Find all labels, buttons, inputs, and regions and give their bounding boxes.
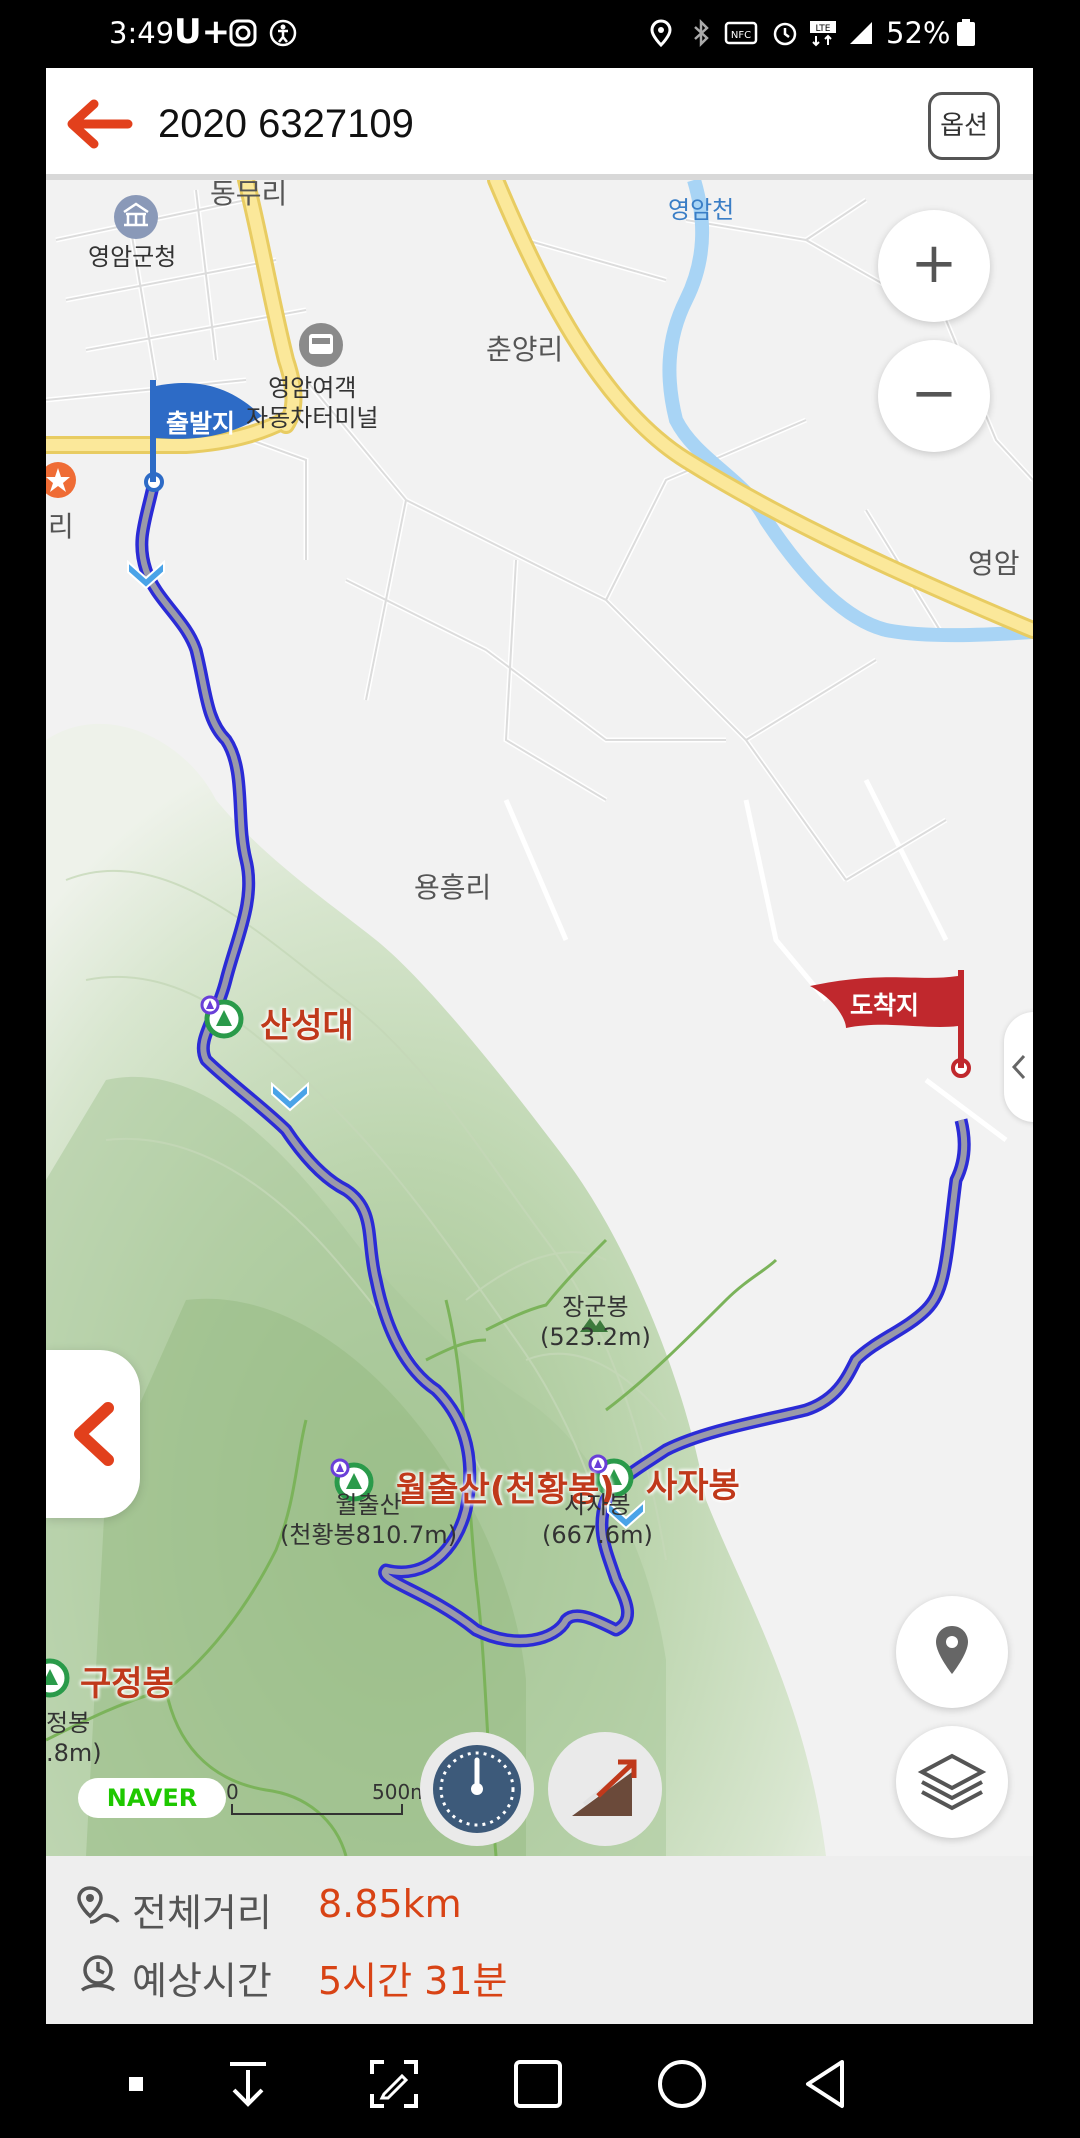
peak-label-sanseongdae: 산성대 [260,1006,354,1046]
minus-icon: − [910,361,958,426]
gujeongbong-name: 정봉 [46,1709,91,1737]
place-label-yongheung: 용흥리 [414,871,492,904]
app-header: 2020 6327109 옵션 [46,68,1033,180]
chevron-left-icon [1011,1054,1026,1080]
location-icon [650,19,672,48]
page-title: 2020 6327109 [158,102,414,146]
estimated-time-icon [80,1955,116,1992]
zoom-out-button[interactable]: − [878,340,990,452]
sajabong-name: 사자봉 [564,1491,631,1519]
wolchulsan-height: (천황봉810.7m) [280,1521,458,1549]
sajabong-label: 사자봉 (667.6m) [542,1490,653,1550]
place-label-yeongam: 영암 [968,547,1020,580]
plus-icon: + [910,231,958,296]
route-distance-icon [77,1886,120,1924]
naver-logo: NAVER [78,1778,226,1818]
place-label-chunyang: 춘양리 [486,333,564,366]
route-info-panel: 전체거리 8.85km 예상시간 5시간 31분 [46,1856,1033,2024]
signal-icon [850,22,872,44]
chevron-left-icon [74,1402,114,1466]
bus-icon [299,323,343,367]
alarm-icon [773,22,797,46]
screenshot-edit-icon[interactable] [366,2056,422,2112]
janggunbong-label: 장군봉 (523.2m) [540,1292,651,1352]
status-time: 3:49 [109,16,175,50]
county-office-label: 영암군청 [88,243,177,271]
gujeongbong-sublabel: 정봉 .8m) [46,1708,102,1768]
map-view[interactable]: 동무리 영암군청 영암여객 자동차터미널 춘양리 용흥리 영암천 영암 리 출발… [46,180,1033,1856]
gujeongbong-height: .8m) [46,1739,102,1767]
bus-terminal-label: 영암여객 자동차터미널 [246,373,378,433]
bus-terminal-label-line1: 영암여객 [268,374,357,402]
end-flag-label: 도착지 [850,991,920,1020]
peak-marker-gujeongbong [46,1658,70,1698]
place-label-ri: 리 [48,510,74,543]
scale-start-label: 0 [226,1780,239,1804]
speed-gauge-button[interactable] [420,1732,534,1846]
elevation-icon [572,1759,637,1816]
start-flag-label: 출발지 [166,409,236,438]
carrier-label: U+ [174,12,231,52]
back-icon[interactable] [798,2056,854,2112]
battery-icon [957,19,975,46]
time-value: 5시간 31분 [318,1959,508,2003]
right-panel-toggle[interactable] [1004,1012,1033,1122]
status-bar: 3:49 U+ NFC LTE 52% [46,0,1033,68]
distance-label: 전체거리 [132,1891,272,1935]
instagram-icon [229,19,257,47]
my-location-button[interactable] [896,1596,1008,1708]
peak-label-gujeongbong: 구정봉 [80,1664,174,1704]
lte-icon: LTE [810,21,836,47]
map-layers-button[interactable] [896,1726,1008,1838]
back-arrow-icon[interactable] [64,96,134,152]
layers-icon [917,1753,987,1811]
svg-text:NFC: NFC [731,30,751,41]
recent-apps-icon[interactable] [510,2056,566,2112]
distance-value: 8.85km [318,1882,462,1926]
battery-percentage: 52% [886,16,951,50]
accessibility-icon [269,19,297,47]
speedometer-icon [433,1745,521,1833]
download-icon[interactable] [220,2056,276,2112]
government-building-icon [114,195,158,239]
options-button[interactable]: 옵션 [928,92,1000,160]
side-panel-toggle[interactable] [46,1350,140,1518]
location-pin-icon [936,1626,968,1674]
place-label-dongmuri: 동무리 [210,180,288,210]
zoom-in-button[interactable]: + [878,210,990,322]
svg-text:LTE: LTE [816,24,831,34]
janggunbong-name: 장군봉 [562,1293,629,1321]
nfc-icon: NFC [724,21,758,45]
sajabong-height: (667.6m) [542,1521,653,1549]
river-label: 영암천 [668,196,735,224]
wolchulsan-label: 월출산 (천황봉810.7m) [280,1490,457,1550]
dot-icon[interactable] [108,2056,164,2112]
bus-terminal-label-line2: 자동차터미널 [246,404,379,432]
janggunbong-height: (523.2m) [540,1323,651,1351]
system-nav-bar [46,2024,1033,2138]
phone-screen: 3:49 U+ NFC LTE 52% 2020 6327109 옵션 동무리 … [46,0,1033,2138]
home-icon[interactable] [654,2056,710,2112]
wolchulsan-name: 월출산 [335,1491,402,1519]
time-label: 예상시간 [132,1959,272,2003]
elevation-profile-button[interactable] [548,1732,662,1846]
bluetooth-icon [694,18,709,48]
peak-label-sajabong: 사자봉 [646,1466,740,1506]
